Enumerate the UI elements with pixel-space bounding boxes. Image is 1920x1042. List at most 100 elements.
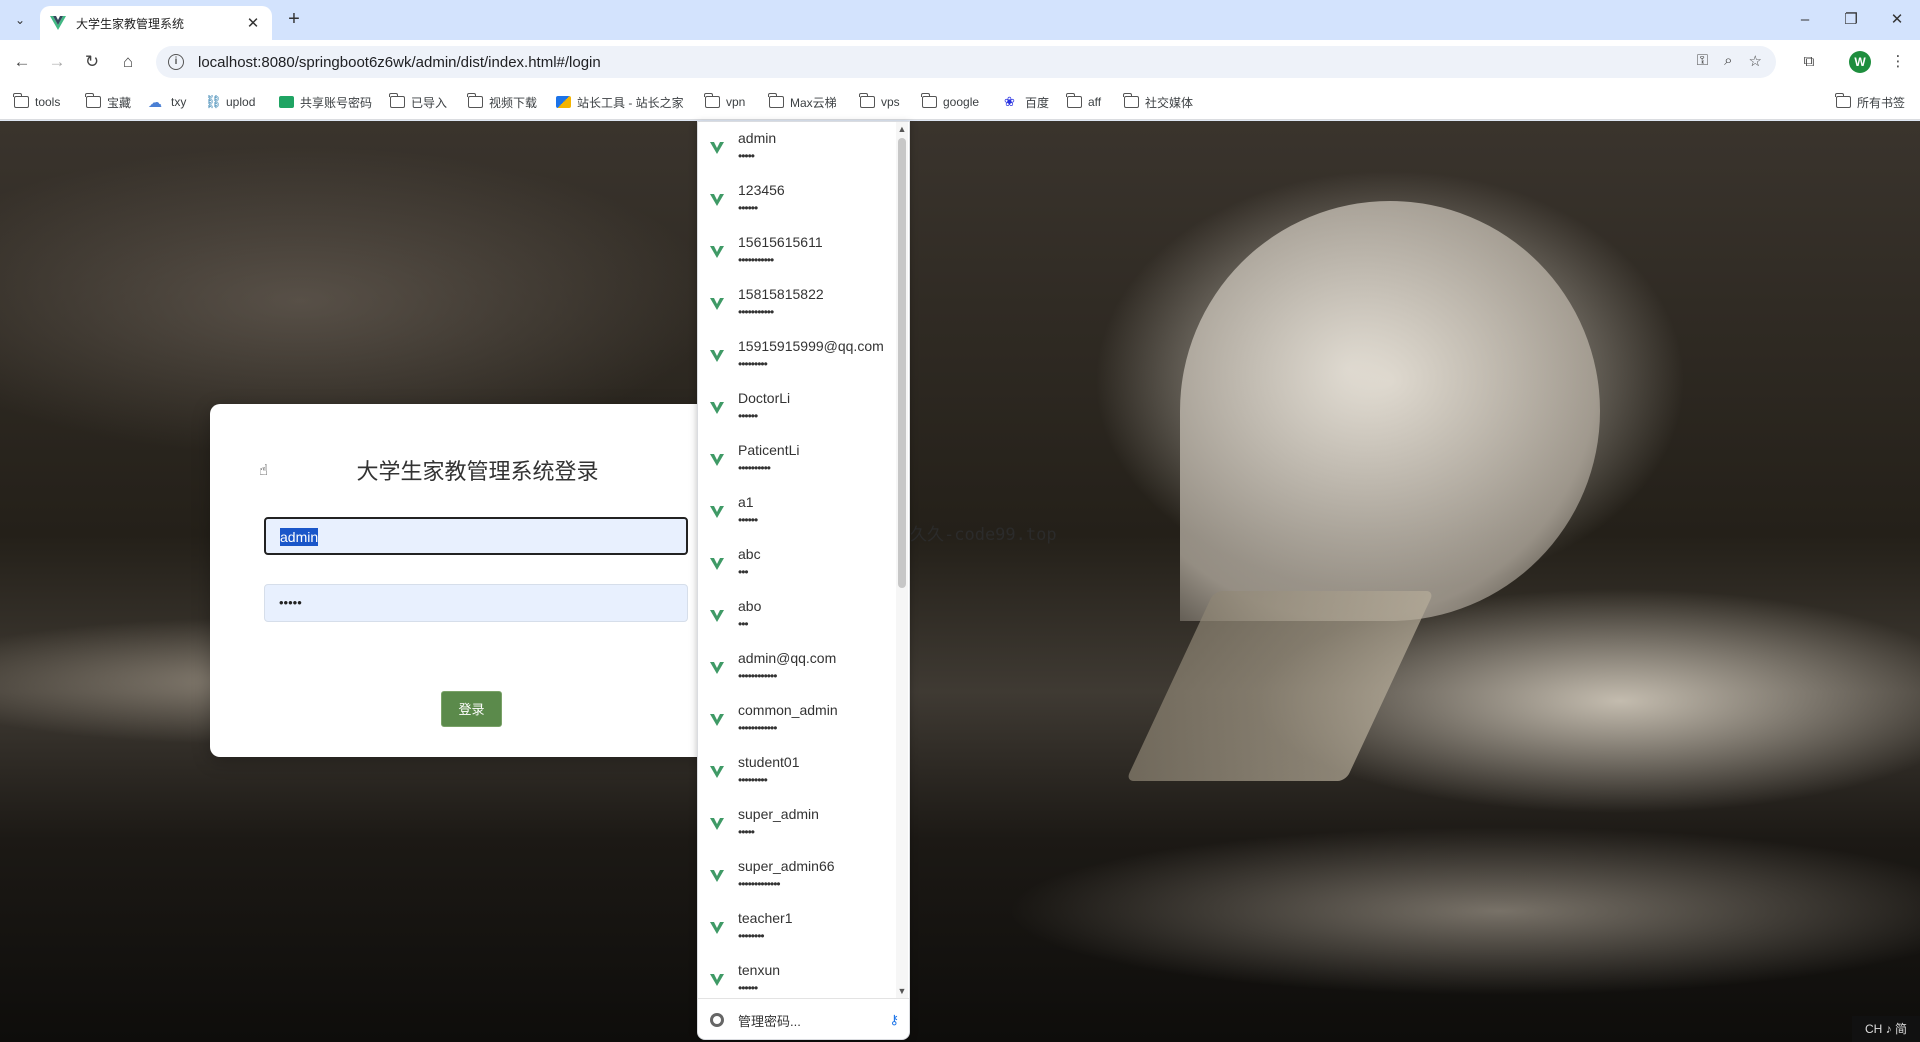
uplod-icon: ⛓: [205, 94, 222, 109]
bookmark-aff[interactable]: aff: [1066, 92, 1101, 112]
bookmark-uplod[interactable]: ⛓ uplod: [205, 92, 255, 112]
bookmark-tools[interactable]: tools: [13, 92, 60, 112]
home-icon[interactable]: ⌂: [116, 50, 140, 74]
bookmark-all-bookmarks[interactable]: 所有书签: [1835, 92, 1905, 112]
bookmark-txy[interactable]: ☁ txy: [148, 92, 186, 112]
vue-logo-icon: [710, 610, 724, 622]
autofill-list: admin ••••• 123456 •••••• 15615615611 •••••••…: [698, 122, 898, 998]
autofill-password-mask: ••••••••••••: [738, 669, 777, 683]
bookmark-google[interactable]: google: [921, 92, 979, 112]
tab-search-chevron-icon[interactable]: ⌄: [8, 9, 32, 31]
folder-icon: [85, 93, 101, 108]
vue-favicon-icon: [50, 16, 66, 30]
restore-button[interactable]: ❐: [1836, 8, 1866, 32]
autofill-scrollbar[interactable]: ▲ ▼: [896, 122, 908, 998]
bookmark-max-ladder[interactable]: Max云梯: [768, 92, 837, 112]
autofill-password-mask: •••••••••••: [738, 305, 774, 319]
scroll-down-icon[interactable]: ▼: [896, 986, 908, 996]
autofill-password-mask: ••••••: [738, 201, 758, 215]
vue-logo-icon: [710, 142, 724, 154]
zoom-icon[interactable]: ⌕: [1724, 52, 1732, 70]
autofill-password-mask: ••••••: [738, 981, 758, 995]
folder-icon: [389, 93, 405, 108]
password-key-icon[interactable]: ⚿: [1697, 52, 1708, 70]
autofill-item[interactable]: 15615615611 •••••••••••: [698, 226, 898, 278]
autofill-item[interactable]: tenxun ••••••: [698, 954, 898, 998]
autofill-username: a1: [738, 494, 754, 510]
folder-icon: [704, 93, 720, 108]
vue-logo-icon: [710, 350, 724, 362]
bookmark-baidu[interactable]: ❀ 百度: [1004, 92, 1049, 112]
autofill-item[interactable]: abo •••: [698, 590, 898, 642]
site-info-icon[interactable]: i: [168, 54, 184, 70]
login-button[interactable]: 登录: [441, 691, 502, 727]
autofill-item[interactable]: abc •••: [698, 538, 898, 590]
url-text[interactable]: localhost:8080/springboot6z6wk/admin/dis…: [198, 54, 601, 71]
extensions-icon[interactable]: ⧉: [1797, 50, 1821, 74]
autofill-item[interactable]: common_admin ••••••••••••: [698, 694, 898, 746]
address-bar[interactable]: i localhost:8080/springboot6z6wk/admin/d…: [156, 46, 1776, 78]
folder-icon: [859, 93, 875, 108]
autofill-item[interactable]: student01 •••••••••: [698, 746, 898, 798]
autofill-item[interactable]: admin@qq.com ••••••••••••: [698, 642, 898, 694]
bookmark-social-media[interactable]: 社交媒体: [1123, 92, 1193, 112]
autofill-item[interactable]: 15815815822 •••••••••••: [698, 278, 898, 330]
autofill-item[interactable]: 123456 ••••••: [698, 174, 898, 226]
password-input[interactable]: •••••: [264, 584, 688, 622]
vue-logo-icon: [710, 298, 724, 310]
minimize-button[interactable]: –: [1790, 8, 1820, 32]
autofill-item[interactable]: teacher1 ••••••••: [698, 902, 898, 954]
bookmark-imported[interactable]: 已导入: [389, 92, 447, 112]
browser-tab-active[interactable]: 大学生家教管理系统 ✕: [40, 6, 272, 40]
autofill-item[interactable]: super_admin •••••: [698, 798, 898, 850]
forward-arrow-icon[interactable]: →: [45, 50, 69, 74]
new-tab-button[interactable]: +: [282, 8, 306, 32]
tab-close-icon[interactable]: ✕: [244, 14, 262, 32]
browser-toolbar: ← → ↻ ⌂ i localhost:8080/springboot6z6wk…: [0, 40, 1920, 84]
autofill-item[interactable]: DoctorLi ••••••: [698, 382, 898, 434]
bookmark-webmaster-tools[interactable]: 站长工具 - 站长之家: [556, 92, 684, 112]
autofill-password-mask: •••••••••: [738, 773, 768, 787]
autofill-password-mask: ••••••: [738, 513, 758, 527]
manage-passwords-label[interactable]: 管理密码...: [738, 1011, 889, 1030]
autofill-item[interactable]: PaticentLi ••••••••••: [698, 434, 898, 486]
autofill-item[interactable]: admin •••••: [698, 122, 898, 174]
autofill-password-mask: ••••••••••••: [738, 721, 777, 735]
autofill-username: admin: [738, 130, 777, 146]
tool-icon: [556, 96, 571, 108]
ime-indicator[interactable]: CH ♪ 简: [1852, 1016, 1920, 1042]
autofill-item[interactable]: a1 ••••••: [698, 486, 898, 538]
scrollbar-thumb[interactable]: [898, 138, 906, 588]
bookmark-treasure[interactable]: 宝藏: [85, 92, 131, 112]
scroll-up-icon[interactable]: ▲: [896, 124, 908, 134]
autofill-password-mask: ••••••: [738, 409, 758, 423]
autofill-username: super_admin: [738, 806, 819, 822]
username-value: admin: [280, 528, 319, 546]
username-input[interactable]: admin: [264, 517, 688, 555]
autofill-item[interactable]: 15915915999@qq.com •••••••••: [698, 330, 898, 382]
manage-passwords-row[interactable]: 管理密码... ⚷: [698, 998, 909, 1039]
tab-strip: ⌄ 大学生家教管理系统 ✕ + – ❐ ✕: [0, 0, 1920, 40]
autofill-username: DoctorLi: [738, 390, 791, 406]
close-window-button[interactable]: ✕: [1882, 8, 1912, 32]
vue-logo-icon: [710, 766, 724, 778]
vue-logo-icon: [710, 506, 724, 518]
autofill-username: common_admin: [738, 702, 838, 718]
autofill-username: super_admin66: [738, 858, 835, 874]
bookmark-shared-accounts[interactable]: 共享账号密码: [279, 92, 372, 112]
menu-kebab-icon[interactable]: ⋮: [1886, 50, 1910, 74]
autofill-username: student01: [738, 754, 800, 770]
autofill-username: PaticentLi: [738, 442, 800, 458]
bookmark-vpn[interactable]: vpn: [704, 92, 745, 112]
autofill-item[interactable]: super_admin66 •••••••••••••: [698, 850, 898, 902]
profile-avatar[interactable]: W: [1849, 51, 1871, 73]
bookmark-vps[interactable]: vps: [859, 92, 900, 112]
vue-logo-icon: [710, 870, 724, 882]
vue-logo-icon: [710, 194, 724, 206]
back-arrow-icon[interactable]: ←: [10, 50, 34, 74]
bookmark-star-icon[interactable]: ☆: [1749, 52, 1762, 70]
reload-icon[interactable]: ↻: [80, 50, 104, 74]
login-page-background: 大学生家教管理系统登录 admin ••••• 登录 源码久久-code99.t…: [0, 121, 1920, 1042]
bookmarks-bar: tools 宝藏 ☁ txy ⛓ uplod 共享账号密码 已导入 视频下载 站长工…: [0, 84, 1920, 120]
bookmark-video-download[interactable]: 视频下载: [467, 92, 537, 112]
